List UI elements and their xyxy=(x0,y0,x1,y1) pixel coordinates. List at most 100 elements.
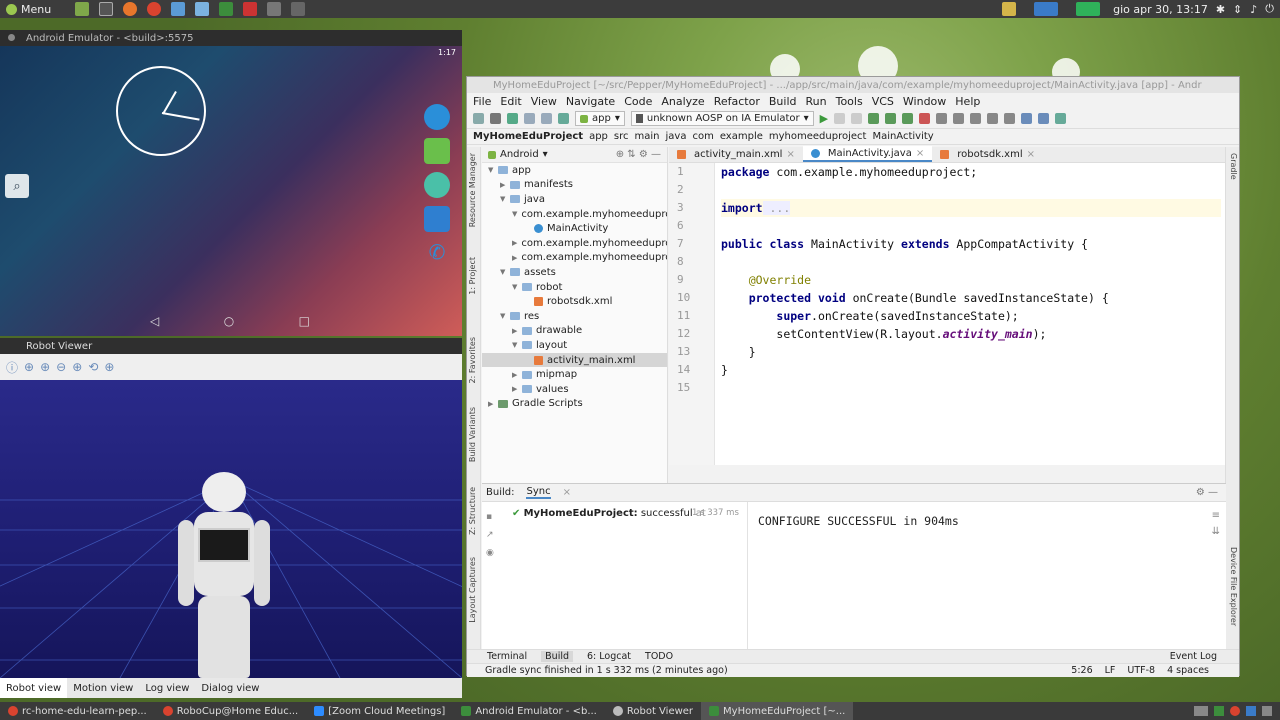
files-icon[interactable] xyxy=(267,2,282,16)
tray-icon[interactable] xyxy=(1230,706,1240,716)
tool-tab-todo[interactable]: TODO xyxy=(645,651,673,662)
tab-log-view[interactable]: Log view xyxy=(139,678,195,698)
make-icon[interactable] xyxy=(558,113,569,124)
menu-help[interactable]: Help xyxy=(955,95,980,108)
robot-viewer-titlebar[interactable]: Robot Viewer xyxy=(0,338,462,354)
menu-navigate[interactable]: Navigate xyxy=(566,95,615,108)
menu-view[interactable]: View xyxy=(531,95,557,108)
android-studio-icon[interactable] xyxy=(219,2,234,16)
taskbar-item-zoom[interactable]: [Zoom Cloud Meetings] xyxy=(306,702,453,720)
tree-item[interactable]: robotsdk.xml xyxy=(482,294,667,309)
ide-titlebar[interactable]: MyHomeEduProject [~/src/Pepper/MyHomeEdu… xyxy=(467,77,1239,93)
sync-gradle-icon[interactable] xyxy=(936,113,948,124)
save-icon[interactable] xyxy=(490,113,501,124)
taskbar-item-chrome-1[interactable]: rc-home-edu-learn-pep... xyxy=(0,702,155,720)
debug-icon[interactable] xyxy=(868,113,880,124)
chevron-down-icon[interactable]: ▼ xyxy=(512,341,522,349)
chevron-right-icon[interactable]: ▶ xyxy=(512,385,522,393)
editor-tab-activity-main[interactable]: activity_main.xml × xyxy=(669,146,803,162)
indent-setting[interactable]: 4 spaces xyxy=(1167,665,1209,676)
chevron-right-icon[interactable]: ▶ xyxy=(512,239,517,247)
device-select[interactable]: unknown AOSP on IA Emulator ▾ xyxy=(630,111,814,126)
tree-item[interactable]: ▼ app xyxy=(482,163,667,178)
tree-item[interactable]: ▶ values xyxy=(482,382,667,397)
robot-3d-view[interactable] xyxy=(0,380,462,678)
run-module-select[interactable]: app ▾ xyxy=(575,111,625,126)
rotate-icon[interactable]: ⟲ xyxy=(88,360,98,374)
tree-item[interactable]: ▼ robot xyxy=(482,280,667,295)
tree-item[interactable]: ▶ Gradle Scripts xyxy=(482,397,667,412)
volume-icon[interactable]: ♪ xyxy=(1250,3,1257,16)
clock-text[interactable]: gio apr 30, 13:17 xyxy=(1113,3,1208,16)
wrap-icon[interactable]: ≡ ⇊ xyxy=(1212,508,1220,540)
usb-icon[interactable]: ⇕ xyxy=(1233,3,1242,16)
zoom-in-icon[interactable]: ⊕ xyxy=(40,360,50,374)
breadcrumb-item[interactable]: src xyxy=(614,131,629,142)
project-view-selector[interactable]: Android ▾ ⊕ ⇅ ⚙ — xyxy=(482,147,667,163)
emulator-titlebar[interactable]: Android Emulator - <build>:5575 xyxy=(0,30,462,46)
tray-icon[interactable] xyxy=(1262,706,1272,716)
taskbar-item-robot-viewer[interactable]: Robot Viewer xyxy=(605,702,701,720)
menu-vcs[interactable]: VCS xyxy=(872,95,894,108)
code-fold[interactable]: ... xyxy=(762,201,791,215)
breadcrumb-item[interactable]: java xyxy=(666,131,687,142)
search-icon[interactable]: ⌕ xyxy=(5,174,29,198)
apply-code-icon[interactable] xyxy=(851,113,863,124)
info-icon[interactable]: ⓘ xyxy=(6,359,18,376)
menu-run[interactable]: Run xyxy=(806,95,827,108)
power-icon[interactable]: ⏻ xyxy=(1265,2,1274,16)
chrome-icon[interactable] xyxy=(147,2,162,16)
zoom-out-icon[interactable]: ⊖ xyxy=(56,360,66,374)
taskbar-item-chrome-2[interactable]: RoboCup@Home Educ... xyxy=(155,702,307,720)
tray-icon[interactable] xyxy=(1246,706,1256,716)
tab-motion-view[interactable]: Motion view xyxy=(67,678,139,698)
chevron-down-icon[interactable]: ▼ xyxy=(500,195,510,203)
tree-item[interactable]: ▼ layout xyxy=(482,338,667,353)
analog-clock-widget[interactable] xyxy=(116,66,206,156)
tool-tab-gradle[interactable]: Gradle xyxy=(1229,153,1238,180)
chevron-down-icon[interactable]: ▼ xyxy=(512,210,517,218)
tree-item[interactable]: ▶ manifests xyxy=(482,178,667,193)
menu-code[interactable]: Code xyxy=(624,95,652,108)
profile-icon[interactable] xyxy=(885,113,897,124)
sdk-manager-icon[interactable] xyxy=(970,113,982,124)
chevron-right-icon[interactable]: ▶ xyxy=(512,254,517,262)
code-area[interactable]: package com.example.myhomeeduproject; im… xyxy=(721,163,1221,397)
back-icon[interactable]: ◁ xyxy=(150,314,159,328)
attach-debugger-icon[interactable] xyxy=(902,113,914,124)
tab-robot-view[interactable]: Robot view xyxy=(0,678,68,698)
taskbar-item-emulator[interactable]: Android Emulator - <b... xyxy=(453,702,605,720)
run-icon[interactable]: ▶ xyxy=(820,112,828,125)
document-icon[interactable] xyxy=(243,2,258,16)
pepper-robot-model[interactable] xyxy=(176,472,272,678)
stop-icon[interactable] xyxy=(919,113,931,124)
emulator-screen[interactable]: 1:17 ⌕ ✆ ◁ ○ □ xyxy=(0,46,462,336)
gear-icon[interactable]: ⚙ — xyxy=(1196,487,1218,498)
menu-refactor[interactable]: Refactor xyxy=(714,95,760,108)
close-icon[interactable]: × xyxy=(916,148,924,159)
recents-icon[interactable]: □ xyxy=(299,314,310,328)
breadcrumb-item[interactable]: com xyxy=(692,131,713,142)
phone-app-icon[interactable]: ✆ xyxy=(424,240,450,266)
breadcrumb-item[interactable]: myhomeeduproject xyxy=(769,131,867,142)
network-tray-icon[interactable] xyxy=(1034,2,1059,16)
tree-item[interactable]: MainActivity xyxy=(482,221,667,236)
tree-item[interactable]: ▼ assets xyxy=(482,265,667,280)
tool-tab-event-log[interactable]: Event Log xyxy=(1170,651,1217,662)
tool-tab-favorites[interactable]: 2: Favorites xyxy=(468,337,477,383)
sync-icon[interactable] xyxy=(507,113,518,124)
forward-nav-icon[interactable] xyxy=(541,113,552,124)
breadcrumb-item[interactable]: example xyxy=(720,131,763,142)
tree-item[interactable]: ▶ drawable xyxy=(482,324,667,339)
tool-tab-structure[interactable]: Z: Structure xyxy=(468,487,477,535)
notes-tray-icon[interactable] xyxy=(1002,2,1017,16)
browser-app-icon[interactable] xyxy=(424,104,450,130)
taskbar-item-android-studio[interactable]: MyHomeEduProject [~... xyxy=(701,702,854,720)
assistant-icon[interactable] xyxy=(1055,113,1067,124)
close-icon[interactable]: × xyxy=(1027,149,1035,160)
editor-tab-robotsdk[interactable]: robotsdk.xml × xyxy=(932,146,1043,162)
avd-manager-icon[interactable] xyxy=(953,113,965,124)
menu-analyze[interactable]: Analyze xyxy=(661,95,704,108)
menu-edit[interactable]: Edit xyxy=(500,95,521,108)
build-side-icons[interactable]: ▪ ↗ ◉ xyxy=(486,508,494,562)
